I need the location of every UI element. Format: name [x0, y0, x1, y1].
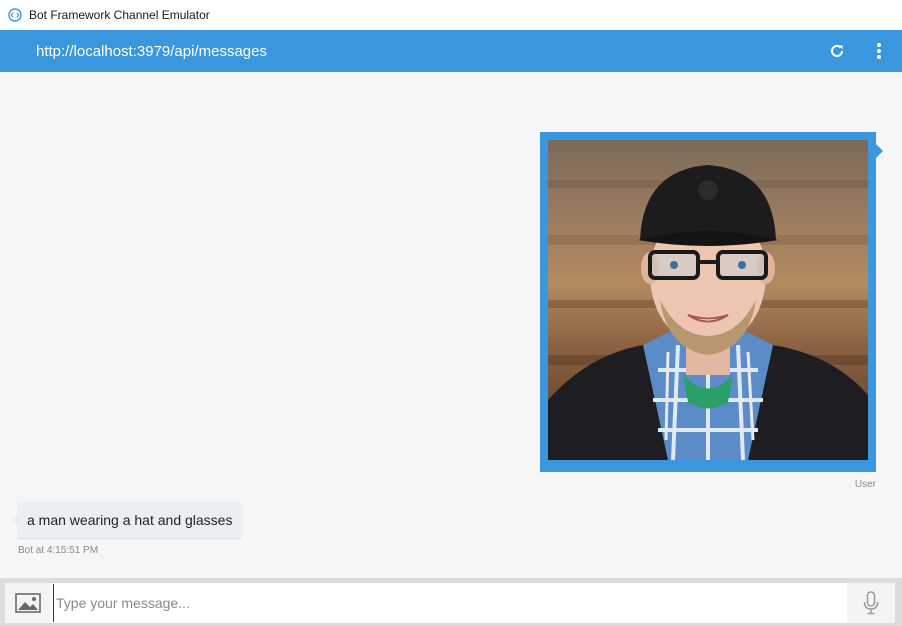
image-upload-icon — [15, 593, 41, 613]
bot-message-text: a man wearing a hat and glasses — [27, 512, 233, 528]
microphone-button[interactable] — [847, 583, 895, 623]
portrait-image — [548, 140, 868, 460]
refresh-icon — [831, 44, 843, 57]
refresh-button[interactable] — [826, 40, 848, 62]
endpoint-url[interactable]: http://localhost:3979/api/messages — [36, 43, 826, 60]
user-message-pointer — [876, 144, 883, 158]
microphone-icon — [863, 591, 879, 615]
upload-image-button[interactable] — [5, 583, 51, 623]
user-image-message[interactable] — [540, 132, 876, 472]
composer-bar — [5, 583, 895, 623]
chat-history[interactable]: User a man wearing a hat and glasses Bot… — [0, 72, 902, 578]
bot-message-timestamp: Bot at 4:15:51 PM — [18, 545, 99, 556]
window-title: Bot Framework Channel Emulator — [29, 8, 210, 22]
user-sender-label: User — [854, 479, 876, 490]
more-vertical-icon — [877, 43, 881, 59]
portrait-photo[interactable] — [548, 140, 868, 460]
title-bar: Bot Framework Channel Emulator — [0, 0, 902, 30]
bot-emulator-icon — [8, 8, 22, 22]
emulator-window: Bot Framework Channel Emulator http://lo… — [0, 0, 902, 626]
more-options-button[interactable] — [868, 40, 890, 62]
address-bar: http://localhost:3979/api/messages — [0, 30, 902, 72]
message-composer — [0, 578, 902, 626]
message-input[interactable] — [53, 584, 847, 622]
bot-message-bubble[interactable]: a man wearing a hat and glasses — [18, 502, 242, 538]
